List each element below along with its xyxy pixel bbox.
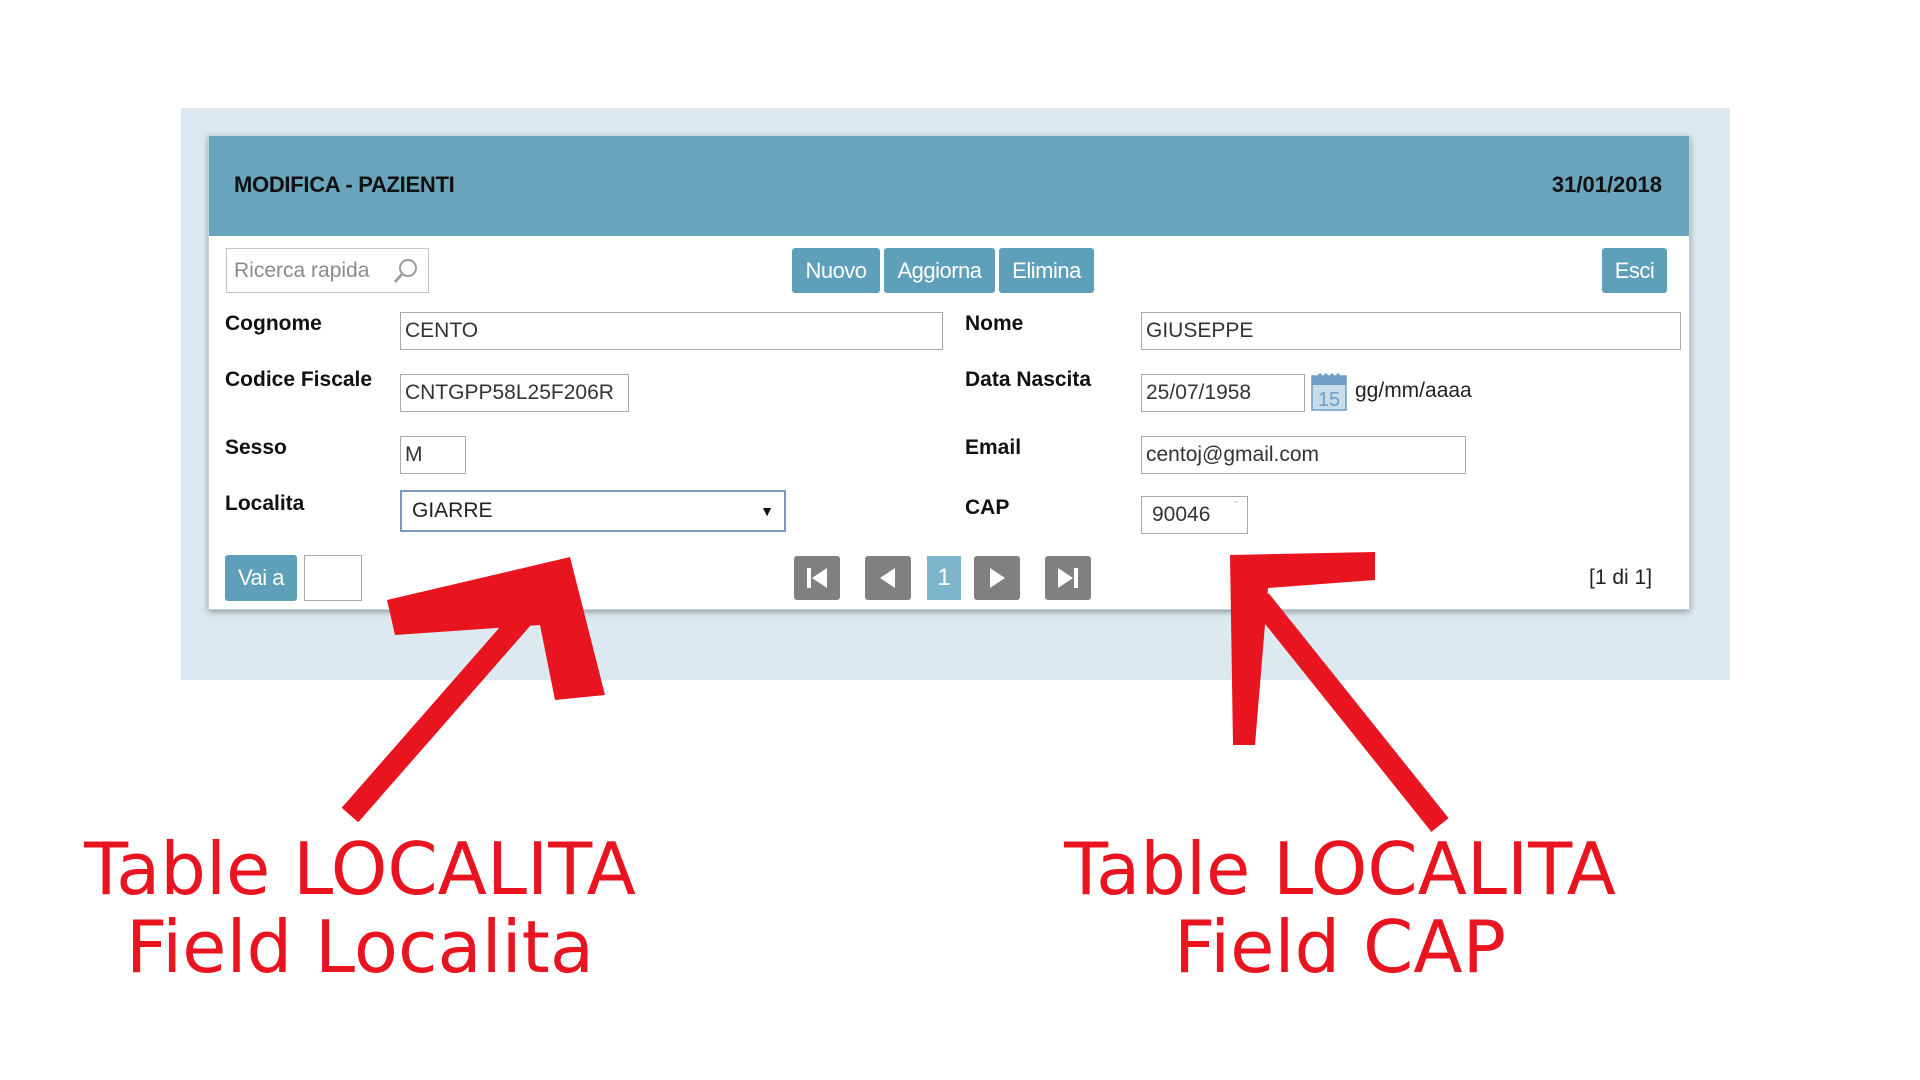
page: MODIFICA - PAZIENTI 31/01/2018 Ricerca r… xyxy=(0,0,1920,1080)
right-arrow xyxy=(1230,552,1449,832)
right-annotation: Table LOCALITA Field CAP xyxy=(1060,830,1620,986)
right-annotation-line2: Field CAP xyxy=(1173,905,1506,989)
left-annotation-line1: Table LOCALITA xyxy=(84,827,636,911)
left-annotation-line2: Field Localita xyxy=(125,905,595,989)
right-annotation-line1: Table LOCALITA xyxy=(1064,827,1616,911)
left-annotation: Table LOCALITA Field Localita xyxy=(80,830,640,986)
left-arrow xyxy=(341,557,605,823)
